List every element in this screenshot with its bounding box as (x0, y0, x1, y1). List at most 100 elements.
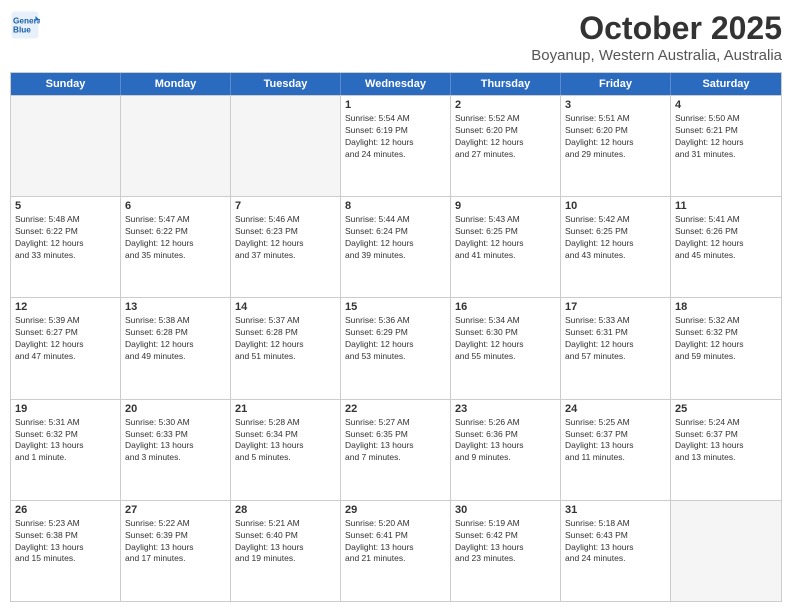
calendar-row-3: 19 Sunrise: 5:31 AM Sunset: 6:32 PM Dayli… (11, 399, 781, 500)
day-number: 31 (565, 504, 666, 516)
day-info: Sunrise: 5:54 AM Sunset: 6:19 PM Dayligh… (345, 113, 446, 161)
logo: General Blue (10, 10, 40, 40)
day-number: 8 (345, 200, 446, 212)
day-number: 12 (15, 301, 116, 313)
day-cell-22: 22 Sunrise: 5:27 AM Sunset: 6:35 PM Dayli… (341, 400, 451, 500)
weekday-header-tuesday: Tuesday (231, 73, 341, 95)
weekday-header-saturday: Saturday (671, 73, 781, 95)
day-cell-1: 1 Sunrise: 5:54 AM Sunset: 6:19 PM Daylig… (341, 96, 451, 196)
day-info: Sunrise: 5:31 AM Sunset: 6:32 PM Dayligh… (15, 417, 116, 465)
day-cell-empty-0-2 (231, 96, 341, 196)
day-info: Sunrise: 5:25 AM Sunset: 6:37 PM Dayligh… (565, 417, 666, 465)
day-info: Sunrise: 5:38 AM Sunset: 6:28 PM Dayligh… (125, 315, 226, 363)
day-cell-26: 26 Sunrise: 5:23 AM Sunset: 6:38 PM Dayli… (11, 501, 121, 601)
day-info: Sunrise: 5:51 AM Sunset: 6:20 PM Dayligh… (565, 113, 666, 161)
day-cell-23: 23Sunrise: 5:26 AM Sunset: 6:36 PM Dayli… (451, 400, 561, 500)
calendar-row-4: 26 Sunrise: 5:23 AM Sunset: 6:38 PM Dayli… (11, 500, 781, 601)
day-number: 10 (565, 200, 666, 212)
day-cell-6: 6 Sunrise: 5:47 AM Sunset: 6:22 PM Daylig… (121, 197, 231, 297)
day-cell-3: 3 Sunrise: 5:51 AM Sunset: 6:20 PM Daylig… (561, 96, 671, 196)
day-info: Sunrise: 5:34 AM Sunset: 6:30 PM Dayligh… (455, 315, 556, 363)
day-number: 1 (345, 99, 446, 111)
day-number: 13 (125, 301, 226, 313)
day-number: 14 (235, 301, 336, 313)
day-number: 9 (455, 200, 556, 212)
day-number: 19 (15, 403, 116, 415)
day-cell-8: 8 Sunrise: 5:44 AM Sunset: 6:24 PM Daylig… (341, 197, 451, 297)
day-info: Sunrise: 5:30 AM Sunset: 6:33 PM Dayligh… (125, 417, 226, 465)
day-info: Sunrise: 5:47 AM Sunset: 6:22 PM Dayligh… (125, 214, 226, 262)
day-info: Sunrise: 5:52 AM Sunset: 6:20 PM Dayligh… (455, 113, 556, 161)
day-number: 25 (675, 403, 777, 415)
day-cell-12: 12 Sunrise: 5:39 AM Sunset: 6:27 PM Dayli… (11, 298, 121, 398)
day-cell-9: 9 Sunrise: 5:43 AM Sunset: 6:25 PM Daylig… (451, 197, 561, 297)
day-number: 26 (15, 504, 116, 516)
header: General Blue October 2025 Boyanup, Weste… (10, 10, 782, 64)
day-cell-25: 25 Sunrise: 5:24 AM Sunset: 6:37 PM Dayli… (671, 400, 781, 500)
day-number: 18 (675, 301, 777, 313)
day-number: 29 (345, 504, 446, 516)
day-number: 27 (125, 504, 226, 516)
day-cell-27: 27Sunrise: 5:22 AM Sunset: 6:39 PM Dayli… (121, 501, 231, 601)
day-number: 24 (565, 403, 666, 415)
day-info: Sunrise: 5:33 AM Sunset: 6:31 PM Dayligh… (565, 315, 666, 363)
day-cell-5: 5Sunrise: 5:48 AM Sunset: 6:22 PM Daylig… (11, 197, 121, 297)
day-info: Sunrise: 5:44 AM Sunset: 6:24 PM Dayligh… (345, 214, 446, 262)
day-info: Sunrise: 5:37 AM Sunset: 6:28 PM Dayligh… (235, 315, 336, 363)
day-info: Sunrise: 5:27 AM Sunset: 6:35 PM Dayligh… (345, 417, 446, 465)
calendar: SundayMondayTuesdayWednesdayThursdayFrid… (10, 72, 782, 602)
day-info: Sunrise: 5:39 AM Sunset: 6:27 PM Dayligh… (15, 315, 116, 363)
day-info: Sunrise: 5:20 AM Sunset: 6:41 PM Dayligh… (345, 518, 446, 566)
day-number: 6 (125, 200, 226, 212)
page: General Blue October 2025 Boyanup, Weste… (0, 0, 792, 612)
weekday-header-sunday: Sunday (11, 73, 121, 95)
day-number: 28 (235, 504, 336, 516)
day-number: 16 (455, 301, 556, 313)
day-info: Sunrise: 5:21 AM Sunset: 6:40 PM Dayligh… (235, 518, 336, 566)
day-info: Sunrise: 5:32 AM Sunset: 6:32 PM Dayligh… (675, 315, 777, 363)
day-number: 22 (345, 403, 446, 415)
location: Boyanup, Western Australia, Australia (531, 47, 782, 64)
day-cell-31: 31Sunrise: 5:18 AM Sunset: 6:43 PM Dayli… (561, 501, 671, 601)
day-cell-empty-0-0 (11, 96, 121, 196)
day-number: 11 (675, 200, 777, 212)
weekday-header-friday: Friday (561, 73, 671, 95)
day-cell-13: 13 Sunrise: 5:38 AM Sunset: 6:28 PM Dayli… (121, 298, 231, 398)
day-cell-30: 30Sunrise: 5:19 AM Sunset: 6:42 PM Dayli… (451, 501, 561, 601)
day-number: 2 (455, 99, 556, 111)
day-number: 4 (675, 99, 777, 111)
month-title: October 2025 (531, 10, 782, 47)
day-cell-18: 18 Sunrise: 5:32 AM Sunset: 6:32 PM Dayli… (671, 298, 781, 398)
day-number: 3 (565, 99, 666, 111)
calendar-row-1: 5Sunrise: 5:48 AM Sunset: 6:22 PM Daylig… (11, 196, 781, 297)
day-cell-28: 28 Sunrise: 5:21 AM Sunset: 6:40 PM Dayli… (231, 501, 341, 601)
day-info: Sunrise: 5:41 AM Sunset: 6:26 PM Dayligh… (675, 214, 777, 262)
svg-text:Blue: Blue (13, 26, 31, 35)
day-info: Sunrise: 5:26 AM Sunset: 6:36 PM Dayligh… (455, 417, 556, 465)
day-number: 20 (125, 403, 226, 415)
day-cell-7: 7Sunrise: 5:46 AM Sunset: 6:23 PM Daylig… (231, 197, 341, 297)
day-info: Sunrise: 5:24 AM Sunset: 6:37 PM Dayligh… (675, 417, 777, 465)
day-cell-29: 29 Sunrise: 5:20 AM Sunset: 6:41 PM Dayli… (341, 501, 451, 601)
weekday-header-wednesday: Wednesday (341, 73, 451, 95)
day-info: Sunrise: 5:48 AM Sunset: 6:22 PM Dayligh… (15, 214, 116, 262)
day-cell-10: 10Sunrise: 5:42 AM Sunset: 6:25 PM Dayli… (561, 197, 671, 297)
weekday-header-thursday: Thursday (451, 73, 561, 95)
calendar-row-0: 1 Sunrise: 5:54 AM Sunset: 6:19 PM Daylig… (11, 95, 781, 196)
logo-icon: General Blue (10, 10, 40, 40)
day-number: 17 (565, 301, 666, 313)
day-info: Sunrise: 5:28 AM Sunset: 6:34 PM Dayligh… (235, 417, 336, 465)
day-cell-14: 14 Sunrise: 5:37 AM Sunset: 6:28 PM Dayli… (231, 298, 341, 398)
day-cell-2: 2 Sunrise: 5:52 AM Sunset: 6:20 PM Daylig… (451, 96, 561, 196)
day-cell-11: 11 Sunrise: 5:41 AM Sunset: 6:26 PM Dayli… (671, 197, 781, 297)
day-cell-21: 21Sunrise: 5:28 AM Sunset: 6:34 PM Dayli… (231, 400, 341, 500)
calendar-row-2: 12 Sunrise: 5:39 AM Sunset: 6:27 PM Dayli… (11, 297, 781, 398)
day-info: Sunrise: 5:23 AM Sunset: 6:38 PM Dayligh… (15, 518, 116, 566)
day-info: Sunrise: 5:36 AM Sunset: 6:29 PM Dayligh… (345, 315, 446, 363)
title-area: October 2025 Boyanup, Western Australia,… (531, 10, 782, 64)
day-cell-17: 17 Sunrise: 5:33 AM Sunset: 6:31 PM Dayli… (561, 298, 671, 398)
day-info: Sunrise: 5:50 AM Sunset: 6:21 PM Dayligh… (675, 113, 777, 161)
day-info: Sunrise: 5:43 AM Sunset: 6:25 PM Dayligh… (455, 214, 556, 262)
day-cell-20: 20 Sunrise: 5:30 AM Sunset: 6:33 PM Dayli… (121, 400, 231, 500)
day-info: Sunrise: 5:46 AM Sunset: 6:23 PM Dayligh… (235, 214, 336, 262)
